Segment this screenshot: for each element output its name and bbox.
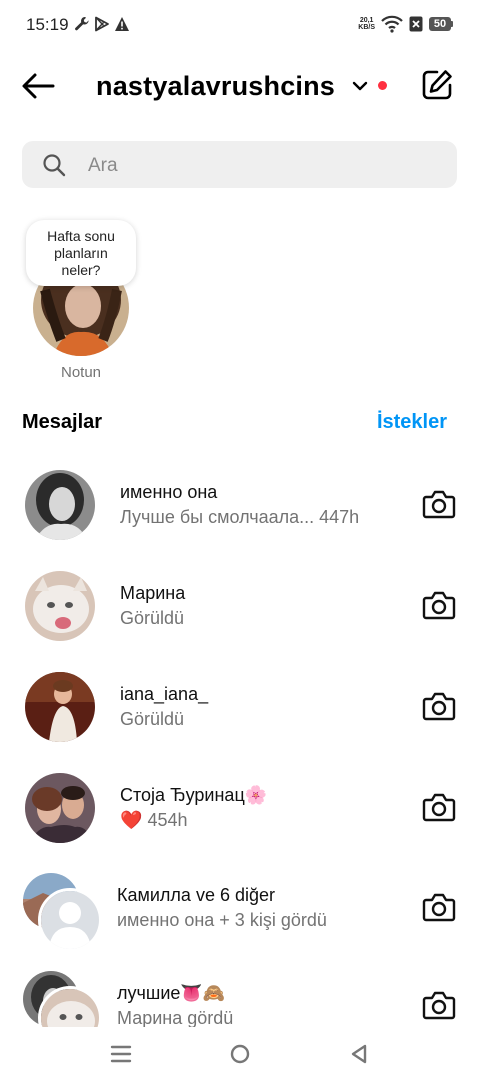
warning-icon (115, 17, 129, 31)
note-bubble[interactable]: Hafta sonu planların neler? (26, 220, 136, 286)
note-label: Notun (60, 364, 102, 381)
unread-dot (378, 81, 387, 90)
battery-indicator: 50 (429, 17, 453, 31)
inbox-header: nastyalavrushcins (0, 58, 479, 114)
group-avatar-front (38, 888, 102, 952)
status-bar: 15:19 20,1 KB/S 50 (0, 0, 479, 50)
play-store-icon (95, 16, 109, 32)
thread-name: Марина (120, 583, 186, 603)
requests-link[interactable]: İstekler (377, 411, 447, 434)
thread-subtitle: Лучше бы смолчаала... 447h (120, 507, 360, 527)
new-message-icon[interactable] (420, 68, 454, 102)
system-nav-bar (0, 1027, 479, 1080)
chevron-down-icon[interactable] (352, 79, 368, 93)
avatar (25, 571, 95, 641)
thread-item[interactable]: Марина Görüldü (0, 571, 479, 661)
thread-subtitle: Görüldü (120, 709, 185, 729)
thread-subtitle: Марина gördü (117, 1008, 234, 1028)
thread-name: Стоја Ђуринац🌸 (120, 785, 268, 805)
battery-tip (451, 21, 453, 27)
status-time: 15:19 (26, 15, 69, 34)
no-sim-icon (409, 16, 423, 32)
avatar (25, 672, 95, 742)
search-bar[interactable] (22, 141, 457, 190)
account-username[interactable]: nastyalavrushcins (96, 71, 335, 102)
back-arrow-icon[interactable] (20, 70, 56, 102)
back-icon[interactable] (347, 1043, 371, 1065)
wifi-icon (381, 15, 403, 33)
camera-icon[interactable] (422, 589, 456, 621)
note-text-line: planların (54, 245, 108, 261)
network-speed-value: 20,1 (359, 17, 374, 24)
thread-name: iana_iana_ (120, 684, 209, 704)
network-speed: 20,1 KB/S (358, 17, 375, 31)
menu-icon[interactable] (109, 1043, 133, 1065)
avatar (25, 773, 95, 843)
avatar (25, 470, 95, 540)
thread-name: именно она (120, 482, 218, 502)
messages-section-title: Mesajlar (22, 411, 103, 433)
heart-reaction: ❤️ (120, 810, 143, 830)
battery-level: 50 (429, 17, 451, 31)
camera-icon[interactable] (422, 891, 456, 923)
thread-item[interactable]: Стоја Ђуринац🌸 ❤️ 454h (0, 773, 479, 863)
note-text-line: Hafta sonu (47, 228, 115, 244)
search-input[interactable] (86, 141, 440, 190)
note-text-line: neler? (61, 262, 101, 278)
camera-icon[interactable] (422, 791, 456, 823)
thread-name: лучшие👅🙈 (117, 983, 226, 1003)
status-left-icons (74, 16, 130, 32)
wrench-icon (75, 17, 89, 31)
camera-icon[interactable] (422, 488, 456, 520)
thread-item[interactable]: Камилла ve 6 diğer именно она + 3 kişi g… (0, 873, 479, 963)
search-icon (43, 154, 66, 177)
thread-name: Камилла ve 6 diğer (117, 885, 275, 905)
thread-subtitle: именно она + 3 kişi gördü (117, 910, 327, 930)
home-icon[interactable] (228, 1043, 252, 1065)
thread-subtitle: ❤️ 454h (120, 810, 187, 831)
thread-subtitle: Görüldü (120, 608, 185, 628)
network-speed-unit: KB/S (358, 24, 375, 31)
thread-item[interactable]: именно она Лучше бы смолчаала... 447h (0, 470, 479, 560)
thread-item[interactable]: iana_iana_ Görüldü (0, 672, 479, 762)
thread-time: 454h (147, 810, 188, 830)
status-right-icons: 20,1 KB/S 50 (358, 15, 453, 33)
camera-icon[interactable] (422, 989, 456, 1021)
camera-icon[interactable] (422, 690, 456, 722)
